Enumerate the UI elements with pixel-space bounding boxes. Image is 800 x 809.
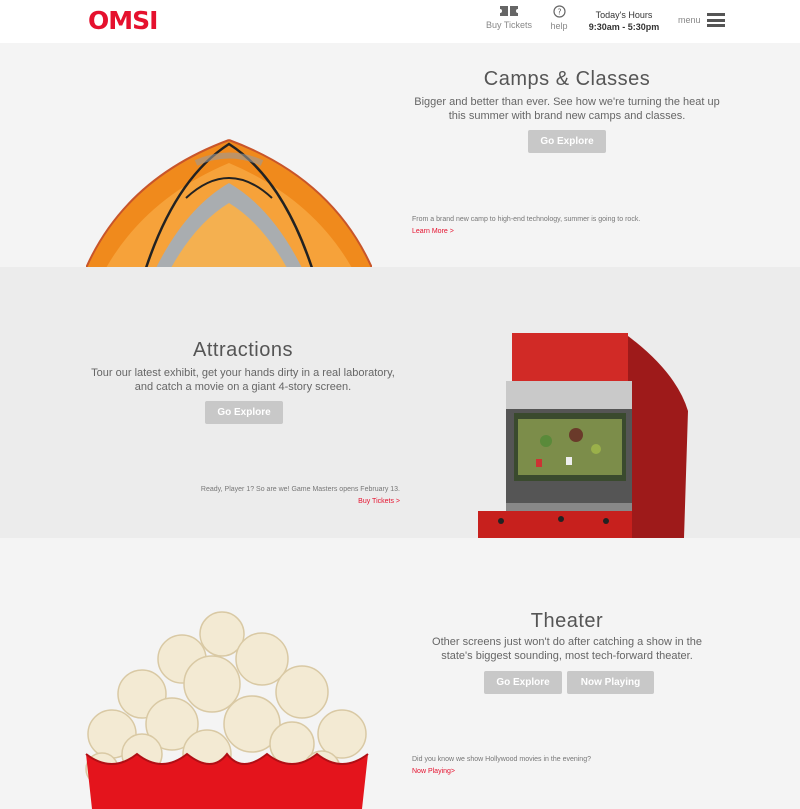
svg-text:?: ? xyxy=(557,8,561,17)
arcade-cabinet-image xyxy=(478,333,688,538)
camps-title: Camps & Classes xyxy=(483,68,651,90)
attractions-section: Attractions Tour our latest exhibit, get… xyxy=(0,267,800,538)
todays-hours: Today's Hours 9:30am - 5:30pm xyxy=(584,9,664,33)
camps-description: Bigger and better than ever. See how we'… xyxy=(414,96,720,122)
theater-now-playing-link[interactable]: Now Playing> xyxy=(412,768,455,775)
camps-learn-more-link[interactable]: Learn More > xyxy=(412,228,454,235)
tent-image xyxy=(86,139,372,267)
help-icon: ? xyxy=(552,5,566,18)
buy-tickets-label: Buy Tickets xyxy=(485,20,532,30)
omsi-logo[interactable]: OMSI xyxy=(88,6,158,35)
hours-value: 9:30am - 5:30pm xyxy=(588,22,660,32)
attractions-description: Tour our latest exhibit, get your hands … xyxy=(91,367,395,393)
hamburger-icon xyxy=(706,13,725,27)
theater-title: Theater xyxy=(530,610,604,632)
camps-section: Camps & Classes Bigger and better than e… xyxy=(0,43,800,267)
camps-go-explore-button[interactable]: Go Explore xyxy=(528,130,606,153)
attractions-note: Ready, Player 1? So are we! Game Masters… xyxy=(200,486,400,493)
menu-button[interactable]: menu xyxy=(678,13,725,27)
theater-note: Did you know we show Hollywood movies in… xyxy=(412,756,591,763)
help-label: help xyxy=(550,21,568,31)
ticket-icon xyxy=(500,6,518,16)
buy-tickets-link[interactable]: Buy Tickets xyxy=(484,5,534,30)
attractions-buy-tickets-link[interactable]: Buy Tickets > xyxy=(300,498,400,505)
popcorn-image xyxy=(85,611,369,809)
menu-label: menu xyxy=(678,15,701,25)
theater-section: Theater Other screens just won't do afte… xyxy=(0,538,800,809)
theater-description: Other screens just won't do after catchi… xyxy=(432,636,702,662)
help-link[interactable]: ? help xyxy=(544,5,574,31)
hours-label: Today's Hours xyxy=(595,10,653,20)
theater-now-playing-button[interactable]: Now Playing xyxy=(567,671,654,694)
theater-go-explore-button[interactable]: Go Explore xyxy=(484,671,562,694)
camps-note: From a brand new camp to high-end techno… xyxy=(412,216,641,223)
site-header: OMSI Buy Tickets ? help Today's Hours 9:… xyxy=(0,0,800,43)
attractions-title: Attractions xyxy=(193,339,293,361)
attractions-go-explore-button[interactable]: Go Explore xyxy=(205,401,283,424)
